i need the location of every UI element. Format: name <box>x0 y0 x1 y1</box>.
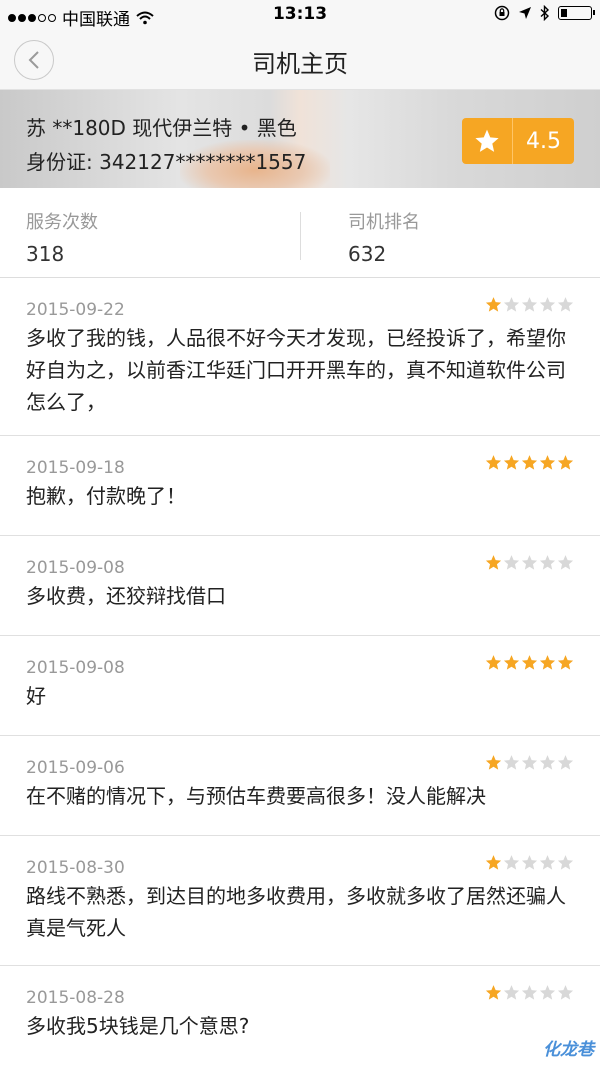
star-icon <box>557 985 574 1000</box>
star-icon <box>539 855 556 870</box>
review-item: 2015-09-08 好 <box>0 636 600 736</box>
star-icon <box>485 655 502 670</box>
star-icon <box>557 655 574 670</box>
star-icon <box>539 455 556 470</box>
id-card-info: 身份证: 342127********1557 <box>26 150 307 174</box>
review-date: 2015-08-30 <box>26 858 125 878</box>
star-icon <box>521 855 538 870</box>
review-stars <box>485 754 574 771</box>
star-icon <box>485 555 502 570</box>
driver-rank-label: 司机排名 <box>348 212 420 233</box>
star-icon <box>503 855 520 870</box>
star-icon <box>521 985 538 1000</box>
star-icon <box>539 755 556 770</box>
review-item: 2015-08-30 路线不熟悉，到达目的地多收费用，多收就多收了居然还骗人真是… <box>0 836 600 966</box>
review-date: 2015-09-18 <box>26 458 125 478</box>
star-icon <box>503 655 520 670</box>
review-text: 在不赌的情况下，与预估车费要高很多！没人能解决 <box>26 784 486 808</box>
review-item: 2015-09-06 在不赌的情况下，与预估车费要高很多！没人能解决 <box>0 736 600 836</box>
service-count-value: 318 <box>26 242 65 266</box>
review-stars <box>485 554 574 571</box>
review-text: 路线不熟悉，到达目的地多收费用，多收就多收了居然还骗人真是气死人 <box>26 884 566 940</box>
star-icon <box>521 655 538 670</box>
bluetooth-icon <box>540 5 550 21</box>
service-count-label: 服务次数 <box>26 212 98 233</box>
review-item: 2015-09-22 多收了我的钱，人品很不好今天才发现，已经投诉了，希望你好自… <box>0 278 600 436</box>
review-text: 多收费，还狡辩找借口 <box>26 584 226 608</box>
battery-icon <box>558 6 595 20</box>
review-date: 2015-08-28 <box>26 988 125 1008</box>
rotation-lock-icon <box>494 5 510 21</box>
star-icon <box>539 655 556 670</box>
driver-stats: 服务次数 318 司机排名 632 <box>0 188 600 278</box>
rating-star-icon <box>462 118 513 164</box>
service-count-stat: 服务次数 318 <box>26 208 98 266</box>
review-item: 2015-09-08 多收费，还狡辩找借口 <box>0 536 600 636</box>
location-arrow-icon <box>519 7 531 19</box>
status-right <box>494 5 595 21</box>
review-date: 2015-09-06 <box>26 758 125 778</box>
review-text: 多收我5块钱是几个意思? <box>26 1014 250 1038</box>
review-date: 2015-09-08 <box>26 658 125 678</box>
star-icon <box>557 455 574 470</box>
star-icon <box>485 985 502 1000</box>
star-icon <box>503 755 520 770</box>
review-stars <box>485 654 574 671</box>
star-icon <box>557 755 574 770</box>
star-icon <box>521 297 538 312</box>
star-icon <box>539 297 556 312</box>
review-stars <box>485 854 574 871</box>
driver-rank-stat: 司机排名 632 <box>348 208 420 266</box>
star-icon <box>503 555 520 570</box>
star-icon <box>503 297 520 312</box>
page-title: 司机主页 <box>252 50 348 78</box>
review-date: 2015-09-22 <box>26 300 125 320</box>
review-item: 2015-08-28 多收我5块钱是几个意思? <box>0 966 600 1066</box>
star-icon <box>539 555 556 570</box>
stats-divider <box>300 212 301 260</box>
vehicle-info: 苏 **180D 现代伊兰特 • 黑色 <box>26 116 297 140</box>
star-icon <box>557 855 574 870</box>
star-icon <box>521 755 538 770</box>
review-text: 多收了我的钱，人品很不好今天才发现，已经投诉了，希望你好自为之，以前香江华廷门口… <box>26 326 566 414</box>
review-stars <box>485 296 574 313</box>
rating-badge: 4.5 <box>462 118 574 164</box>
review-stars <box>485 984 574 1001</box>
star-icon <box>485 855 502 870</box>
star-icon <box>503 455 520 470</box>
status-bar: 中国联通 13:13 <box>0 0 600 30</box>
star-icon <box>521 455 538 470</box>
review-text: 抱歉，付款晚了！ <box>26 484 186 508</box>
driver-rank-value: 632 <box>348 242 387 266</box>
review-item: 2015-09-18 抱歉，付款晚了！ <box>0 436 600 536</box>
review-date: 2015-09-08 <box>26 558 125 578</box>
watermark-logo: 化龙巷 <box>543 1040 594 1060</box>
star-icon <box>485 455 502 470</box>
nav-bar: 司机主页 <box>0 30 600 90</box>
star-icon <box>503 985 520 1000</box>
star-icon <box>539 985 556 1000</box>
review-stars <box>485 454 574 471</box>
review-text: 好 <box>26 684 46 708</box>
star-icon <box>557 555 574 570</box>
driver-banner: 苏 **180D 现代伊兰特 • 黑色 身份证: 342127********1… <box>0 90 600 188</box>
rating-score: 4.5 <box>526 128 561 154</box>
star-icon <box>521 555 538 570</box>
star-icon <box>485 755 502 770</box>
star-icon <box>485 297 502 312</box>
star-icon <box>557 297 574 312</box>
